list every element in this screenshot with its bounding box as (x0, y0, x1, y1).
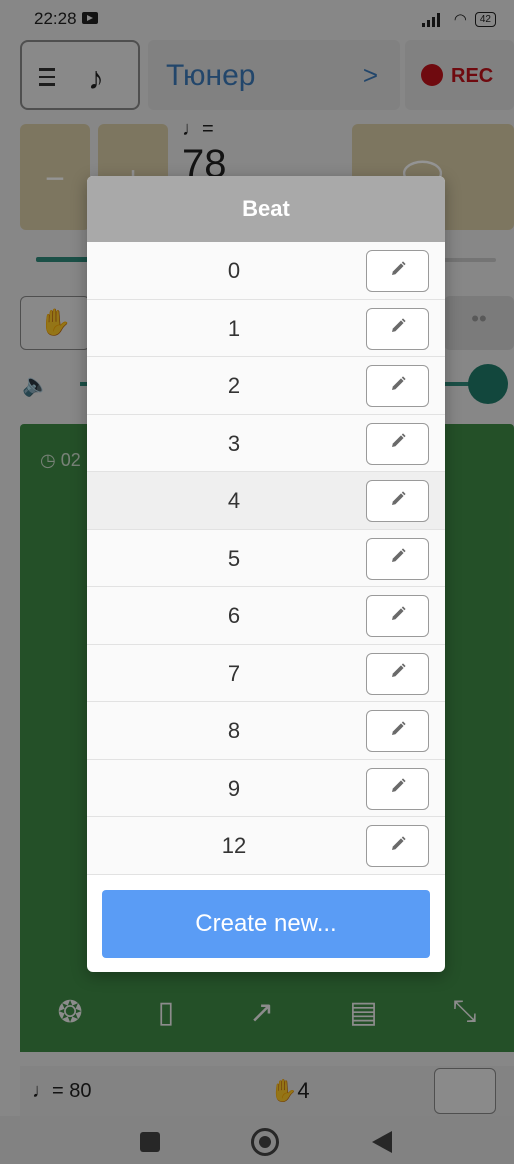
pencil-icon (388, 604, 408, 629)
pencil-icon (388, 776, 408, 801)
pencil-icon (388, 374, 408, 399)
beat-item-label: 6 (227, 603, 241, 628)
beat-list-item[interactable]: 5 (87, 529, 445, 587)
beat-list-item[interactable]: 9 (87, 759, 445, 817)
beat-item-label: 9 (227, 775, 241, 801)
beat-list-item[interactable]: 6 (87, 587, 445, 645)
beat-list: 0 1 2 3 4 5 6 7 8 9 12 (87, 242, 445, 875)
pencil-icon (388, 834, 408, 859)
dialog-header: Beat (87, 176, 445, 242)
edit-beat-button[interactable] (366, 767, 429, 810)
beat-item-label: 1 (227, 315, 241, 341)
beat-list-item[interactable]: 8 (87, 702, 445, 760)
pencil-icon (388, 489, 408, 514)
beat-item-label: 8 (227, 718, 241, 743)
pencil-icon (388, 316, 408, 341)
beat-item-label: 3 (227, 430, 241, 456)
edit-beat-button[interactable] (366, 250, 429, 292)
pencil-icon (388, 661, 408, 686)
edit-beat-button[interactable] (366, 365, 429, 407)
edit-beat-button[interactable] (366, 307, 429, 350)
beat-list-item[interactable]: 1 (87, 299, 445, 357)
beat-list-item[interactable]: 3 (87, 414, 445, 472)
beat-item-label: 5 (227, 545, 241, 571)
beat-item-label: 0 (227, 258, 241, 283)
create-new-button[interactable]: Create new... (102, 890, 430, 958)
beat-item-label: 7 (227, 660, 241, 686)
dialog-title: Beat (242, 196, 290, 221)
beat-list-item[interactable]: 2 (87, 357, 445, 415)
beat-item-label: 2 (227, 373, 241, 398)
pencil-icon (388, 431, 408, 456)
edit-beat-button[interactable] (366, 710, 429, 752)
edit-beat-button[interactable] (366, 422, 429, 465)
beat-dialog: Beat 0 1 2 3 4 5 6 7 8 9 12 Create new... (87, 176, 445, 972)
edit-beat-button[interactable] (366, 595, 429, 637)
pencil-icon (388, 259, 408, 284)
pencil-icon (388, 719, 408, 744)
beat-list-item[interactable]: 0 (87, 242, 445, 300)
edit-beat-button[interactable] (366, 480, 429, 522)
edit-beat-button[interactable] (366, 537, 429, 580)
beat-list-item[interactable]: 7 (87, 644, 445, 702)
beat-item-label: 4 (227, 488, 241, 513)
pencil-icon (388, 546, 408, 571)
beat-item-label: 12 (221, 833, 247, 858)
beat-list-item[interactable]: 12 (87, 817, 445, 875)
edit-beat-button[interactable] (366, 825, 429, 867)
edit-beat-button[interactable] (366, 652, 429, 695)
beat-list-item[interactable]: 4 (87, 472, 445, 530)
